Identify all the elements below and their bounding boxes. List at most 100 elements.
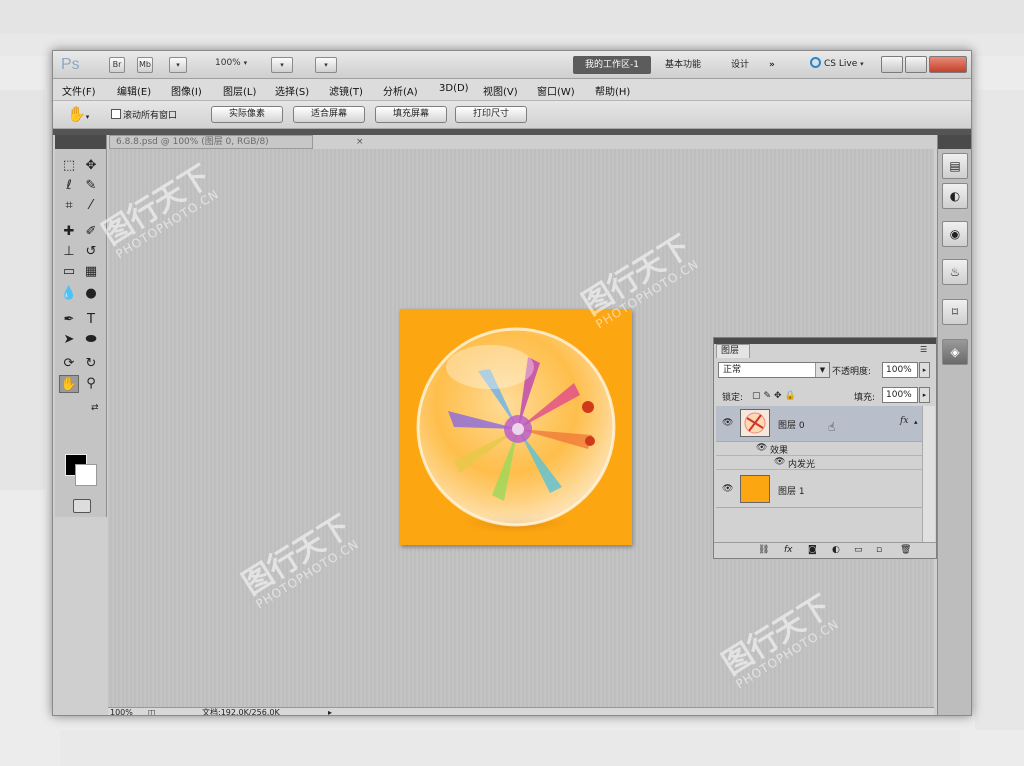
layers-scrollbar[interactable] — [922, 406, 935, 542]
blend-mode-select[interactable]: 正常 ▼ — [718, 362, 830, 378]
workspace-my-workspace[interactable]: 我的工作区-1 — [573, 56, 651, 74]
type-tool-icon[interactable]: T — [81, 311, 101, 329]
eraser-tool-icon[interactable]: ▭ — [59, 263, 79, 281]
layers-panel-icon[interactable]: ◈ — [942, 339, 968, 365]
add-style-icon[interactable]: fx — [784, 545, 793, 555]
move-tool-icon[interactable]: ✥ — [81, 157, 101, 175]
photoshop-window: Ps Br Mb ▾ 100% ▾ ▾ ▾ 我的工作区-1 基本功能 设计 » … — [52, 50, 972, 716]
quick-mask-button[interactable] — [73, 499, 91, 513]
zoom-tool-icon[interactable]: ⚲ — [81, 375, 101, 393]
lock-label: 锁定: — [722, 393, 744, 403]
application-bar: Ps Br Mb ▾ 100% ▾ ▾ ▾ 我的工作区-1 基本功能 设计 » … — [53, 51, 971, 79]
print-size-button[interactable]: 打印尺寸 — [455, 106, 527, 123]
menu-help[interactable]: 帮助(H) — [595, 83, 630, 98]
layer-row-0[interactable]: 👁 图层 0 ☝ fx ▴ — [716, 406, 922, 442]
panel-menu-icon[interactable]: ☰ — [920, 345, 927, 354]
document-image[interactable] — [400, 309, 632, 545]
more-workspaces-button[interactable]: » — [769, 56, 775, 74]
workspace-essentials[interactable]: 基本功能 — [665, 56, 701, 74]
lock-icons[interactable]: ▢✎✥🔒 — [752, 391, 799, 401]
menu-layer[interactable]: 图层(L) — [223, 83, 256, 98]
mini-bridge-button[interactable]: Mb — [137, 57, 153, 73]
fill-slider-button[interactable]: ▸ — [919, 387, 930, 403]
menu-file[interactable]: 文件(F) — [62, 83, 96, 98]
status-bar: 100% ◫ 文档:192.0K/256.0K ▸ — [108, 707, 934, 715]
swap-colors-icon[interactable]: ⇄ — [91, 403, 99, 413]
blur-tool-icon[interactable]: 💧 — [59, 285, 79, 303]
menu-bar: 文件(F) 编辑(E) 图像(I) 图层(L) 选择(S) 滤镜(T) 分析(A… — [53, 79, 971, 101]
actual-pixels-button[interactable]: 实际像素 — [211, 106, 283, 123]
path-selection-tool-icon[interactable]: ➤ — [59, 331, 79, 349]
clone-stamp-tool-icon[interactable]: ⊥ — [59, 243, 79, 261]
marquee-tool-icon[interactable]: ⬚ — [59, 157, 79, 175]
zoom-level-select[interactable]: 100% ▾ — [215, 58, 247, 68]
document-tab[interactable]: 6.8.8.psd @ 100% (图层 0, RGB/8) × — [109, 135, 364, 149]
histogram-panel-icon[interactable]: ▤ — [942, 153, 968, 179]
visibility-eye-icon[interactable]: 👁 — [722, 484, 733, 494]
status-zoom[interactable]: 100% — [110, 708, 133, 715]
3d-rotate-tool-icon[interactable]: ⟳ — [59, 355, 79, 373]
status-menu-arrow[interactable]: ▸ — [328, 708, 332, 715]
close-button[interactable] — [929, 56, 967, 73]
link-layers-icon[interactable]: ⛓ — [758, 545, 769, 555]
hand-tool-preset-icon[interactable]: ✋▾ — [67, 105, 89, 123]
pen-tool-icon[interactable]: ✒ — [59, 311, 79, 329]
menu-3d[interactable]: 3D(D) — [439, 83, 469, 94]
bridge-button[interactable]: Br — [109, 57, 125, 73]
opacity-slider-button[interactable]: ▸ — [919, 362, 930, 378]
menu-filter[interactable]: 滤镜(T) — [329, 83, 363, 98]
layer-row-1[interactable]: 👁 图层 1 — [716, 472, 922, 508]
menu-view[interactable]: 视图(V) — [483, 83, 518, 98]
quick-selection-tool-icon[interactable]: ✎ — [81, 177, 101, 195]
new-group-icon[interactable]: ▭ — [854, 545, 863, 555]
spot-healing-tool-icon[interactable]: ✚ — [59, 223, 79, 241]
shape-tool-icon[interactable]: ⬬ — [81, 331, 101, 349]
glass-ball-artwork — [416, 327, 616, 535]
menu-image[interactable]: 图像(I) — [171, 83, 202, 98]
menu-window[interactable]: 窗口(W) — [537, 83, 575, 98]
hand-tool-icon[interactable]: ✋ — [59, 375, 79, 393]
clone-source-panel-icon[interactable]: ♨ — [942, 259, 968, 285]
expand-effects-icon[interactable]: ▴ — [914, 418, 918, 426]
fill-input[interactable]: 100% — [882, 387, 918, 403]
fill-screen-button[interactable]: 填充屏幕 — [375, 106, 447, 123]
arrange-documents-button[interactable]: ▾ — [271, 57, 293, 73]
minimize-button[interactable] — [881, 56, 903, 73]
adjustment-layer-icon[interactable]: ◐ — [832, 545, 840, 555]
menu-edit[interactable]: 编辑(E) — [117, 83, 151, 98]
new-layer-icon[interactable]: ▫ — [876, 545, 882, 555]
history-brush-tool-icon[interactable]: ↺ — [81, 243, 101, 261]
layers-tab[interactable]: 图层 — [716, 344, 750, 358]
styles-panel-icon[interactable]: ◉ — [942, 221, 968, 247]
gradient-tool-icon[interactable]: ▦ — [81, 263, 101, 281]
add-mask-icon[interactable]: ◙ — [808, 545, 817, 555]
inner-glow-eye-icon[interactable]: 👁 — [774, 457, 785, 467]
scroll-all-windows-checkbox[interactable] — [111, 109, 121, 119]
restore-button[interactable] — [905, 56, 927, 73]
cs-live-button[interactable]: CS Live ▾ — [810, 57, 864, 69]
effects-eye-icon[interactable]: 👁 — [756, 443, 767, 453]
inner-glow-row[interactable]: 👁 内发光 — [716, 456, 922, 470]
crop-tool-icon[interactable]: ⌗ — [59, 197, 79, 215]
fit-screen-button[interactable]: 适合屏幕 — [293, 106, 365, 123]
lasso-tool-icon[interactable]: ℓ — [59, 177, 79, 195]
screen-mode-button[interactable]: ▾ — [315, 57, 337, 73]
delete-layer-icon[interactable]: 🗑 — [900, 545, 911, 555]
transform-panel-icon[interactable]: ⌑ — [942, 299, 968, 325]
adjustments-panel-icon[interactable]: ◐ — [942, 183, 968, 209]
dodge-tool-icon[interactable]: ● — [81, 285, 101, 303]
menu-select[interactable]: 选择(S) — [275, 83, 309, 98]
workspace-design[interactable]: 设计 — [731, 56, 749, 74]
document-close-icon[interactable]: × — [356, 136, 364, 148]
brush-tool-icon[interactable]: ✐ — [81, 223, 101, 241]
ghost-right-panel — [975, 90, 1024, 730]
layer-effects-icon[interactable]: fx — [900, 416, 908, 426]
visibility-eye-icon[interactable]: 👁 — [722, 418, 733, 428]
effects-row[interactable]: 👁 效果 — [716, 442, 922, 456]
background-color-swatch[interactable] — [75, 464, 97, 486]
menu-analysis[interactable]: 分析(A) — [383, 83, 418, 98]
view-extras-button[interactable]: ▾ — [169, 57, 187, 73]
opacity-input[interactable]: 100% — [882, 362, 918, 378]
eyedropper-tool-icon[interactable]: ⁄ — [81, 197, 101, 215]
3d-orbit-tool-icon[interactable]: ↻ — [81, 355, 101, 373]
